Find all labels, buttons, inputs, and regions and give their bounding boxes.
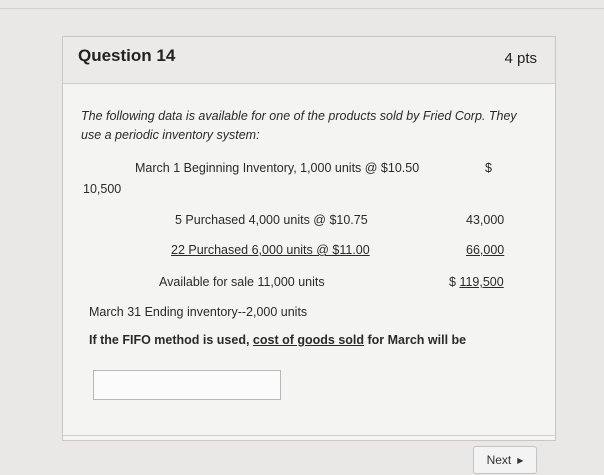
prompt-text-pre: If the FIFO method is used, [89, 333, 253, 347]
top-divider [0, 8, 604, 9]
answer-input[interactable] [93, 370, 281, 400]
question-points: 4 pts [504, 50, 537, 67]
question-title: Question 14 [78, 46, 176, 65]
question-card: Question 14 4 pts The following data is … [62, 36, 556, 474]
play-triangle-icon: ▶ [517, 455, 524, 465]
row-available-value: 119,500 [459, 275, 504, 289]
prompt-text-post: for March will be [364, 333, 467, 347]
next-button[interactable]: Next ▶ [473, 446, 537, 474]
footer-divider [63, 435, 555, 436]
row-purchase-22-label: 22 Purchased 6,000 units @ $11.00 [171, 243, 370, 257]
question-prompt: If the FIFO method is used, cost of good… [89, 333, 466, 347]
next-button-label: Next [486, 453, 512, 467]
row-purchase-5-value: 43,000 [466, 213, 505, 227]
ending-inventory-line: March 31 Ending inventory--2,000 units [89, 305, 308, 319]
row-beginning-inventory-dollar: $ [485, 161, 492, 175]
intro-line-1: The following data is available for one … [81, 109, 517, 123]
row-beginning-inventory-value: 10,500 [83, 182, 122, 196]
row-purchase-22-value: 66,000 [466, 243, 505, 257]
row-beginning-inventory-label: March 1 Beginning Inventory, 1,000 units… [135, 161, 420, 175]
row-purchase-5-label: 5 Purchased 4,000 units @ $10.75 [175, 213, 368, 227]
row-available-dollar: $ [449, 275, 460, 289]
row-available-label: Available for sale 11,000 units [159, 275, 325, 289]
prompt-term-link: cost of goods sold [252, 333, 365, 347]
row-available-total: $ 119,500 [449, 275, 504, 289]
question-header: Question 14 4 pts [63, 37, 555, 84]
intro-line-2: use a periodic inventory system: [81, 128, 260, 142]
